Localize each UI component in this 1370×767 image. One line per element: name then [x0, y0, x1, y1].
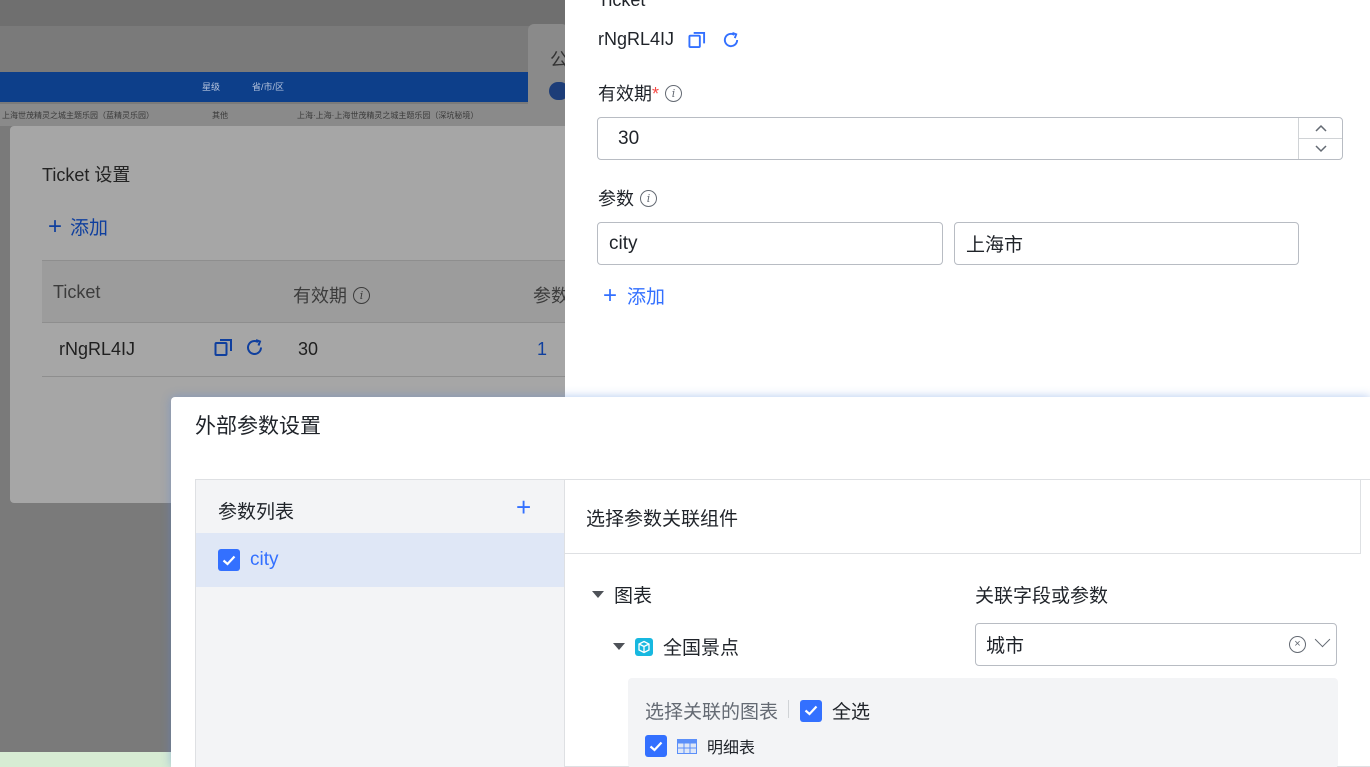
ticket-table: Ticket 有效期 i 参数 rNgRL4IJ 30 1 — [42, 260, 570, 377]
modal-body: 参数列表 + city 选择参数关联组件 图表 全国景点 关联字段或参数 城市 … — [195, 479, 1370, 767]
row-validity: 30 — [298, 339, 319, 359]
param-key-input[interactable]: city — [597, 222, 943, 265]
validity-stepper — [1298, 118, 1342, 159]
assoc-field-label: 关联字段或参数 — [975, 586, 1109, 607]
add-param-label: 添加 — [627, 287, 666, 308]
ticket-modal-title: Ticket 设置 — [42, 165, 131, 185]
tree-group-label: 图表 — [614, 586, 653, 607]
background-bottom-strip — [0, 752, 175, 767]
bg-header-star: 星级 — [202, 82, 221, 92]
bg-cell-name: 上海世茂精灵之城主题乐园（蓝精灵乐园） — [2, 111, 154, 120]
chevron-down-icon — [1314, 145, 1327, 152]
info-icon[interactable]: i — [665, 84, 683, 102]
ticket-value: rNgRL4IJ — [598, 29, 675, 49]
component-title: 选择参数关联组件 — [586, 509, 739, 530]
tree-item-label: 全国景点 — [663, 638, 740, 659]
checkbox-checked-icon[interactable] — [800, 699, 822, 722]
chart-select-box: 选择关联的图表 全选 明细表 — [628, 678, 1338, 767]
ticket-table-header: Ticket 有效期 i 参数 — [42, 260, 570, 323]
add-param-button[interactable]: + 添加 — [603, 282, 665, 309]
detail-table-label: 明细表 — [707, 740, 756, 757]
chart-select-label: 选择关联的图表 — [645, 702, 779, 723]
component-header: 选择参数关联组件 — [565, 480, 1361, 554]
validity-label: 有效期* — [598, 84, 660, 104]
validity-input[interactable]: 30 — [597, 117, 1343, 160]
plus-icon: + — [48, 212, 63, 240]
param-value-input[interactable]: 上海市 — [954, 222, 1299, 265]
ticket-value-row: rNgRL4IJ — [598, 29, 740, 50]
divider — [788, 700, 789, 718]
copy-icon[interactable] — [214, 338, 233, 357]
col-validity-label: 有效期 — [293, 286, 347, 306]
param-value-value: 上海市 — [966, 235, 1024, 256]
params-label-row: 参数 i — [598, 185, 657, 211]
step-down-button[interactable] — [1299, 139, 1342, 160]
background-table-header: 星级 省/市/区 — [0, 72, 530, 102]
assoc-field-value: 城市 — [986, 636, 1025, 657]
chevron-up-icon — [1314, 124, 1327, 132]
ticket-label: Ticket — [598, 0, 646, 10]
cube-icon — [635, 637, 653, 656]
ticket-add-label: 添加 — [70, 218, 109, 239]
refresh-icon[interactable] — [722, 31, 740, 49]
plus-icon: + — [603, 281, 618, 309]
bg-header-region: 省/市/区 — [252, 82, 285, 92]
add-param-icon[interactable]: + — [516, 492, 531, 523]
background-table-row: 上海世茂精灵之城主题乐园（蓝精灵乐园） 其他 上海·上海·上海世茂精灵之城主题乐… — [0, 104, 530, 126]
table-row: rNgRL4IJ 30 1 — [42, 323, 570, 377]
row-ticket: rNgRL4IJ — [59, 339, 136, 359]
validity-label-row: 有效期* i — [598, 80, 683, 106]
col-validity: 有效期 i — [293, 282, 370, 308]
row-actions — [214, 338, 264, 357]
background-topbar — [0, 0, 565, 26]
tree-group-charts[interactable]: 图表 — [592, 581, 652, 608]
caret-down-icon[interactable] — [613, 643, 625, 650]
modal-title: 外部参数设置 — [195, 415, 321, 438]
row-params-link[interactable]: 1 — [537, 339, 547, 360]
clear-icon[interactable]: × — [1289, 636, 1306, 653]
param-list-panel: 参数列表 + city — [196, 480, 565, 767]
info-icon[interactable]: i — [640, 189, 657, 207]
params-label: 参数 — [598, 189, 634, 209]
external-params-modal: 外部参数设置 参数列表 + city 选择参数关联组件 图表 全国景点 关联字段… — [171, 397, 1370, 767]
caret-down-icon[interactable] — [592, 591, 604, 598]
checkbox-checked-icon[interactable] — [645, 735, 667, 757]
col-params: 参数 — [533, 286, 569, 306]
param-item-label: city — [250, 549, 279, 570]
ticket-edit-drawer: Ticket rNgRL4IJ 有效期* i 30 参数 i city 上海市 … — [565, 0, 1370, 400]
detail-table-checkbox[interactable]: 明细表 — [645, 734, 755, 758]
validity-value: 30 — [618, 127, 640, 149]
select-all-label: 全选 — [832, 702, 871, 723]
assoc-field-select[interactable]: 城市 × — [975, 623, 1337, 666]
bg-cell-region: 上海·上海·上海世茂精灵之城主题乐园（深坑秘境） — [297, 111, 479, 120]
info-icon[interactable]: i — [353, 286, 370, 304]
refresh-icon[interactable] — [245, 338, 264, 357]
background-card — [528, 24, 568, 134]
col-ticket: Ticket — [53, 282, 101, 302]
step-up-button[interactable] — [1299, 118, 1342, 139]
bg-cell-star: 其他 — [212, 111, 228, 120]
divider — [1360, 480, 1361, 554]
table-icon — [677, 738, 697, 754]
list-item[interactable]: city — [196, 533, 564, 587]
select-all-checkbox[interactable]: 全选 — [800, 697, 870, 724]
param-list-title: 参数列表 — [218, 502, 295, 523]
tree-item-chart[interactable]: 全国景点 — [613, 633, 739, 660]
required-mark: * — [652, 84, 660, 104]
chevron-down-icon[interactable] — [1314, 631, 1331, 648]
component-panel: 选择参数关联组件 图表 全国景点 关联字段或参数 城市 × 选择关联的图表 全选… — [565, 480, 1361, 767]
param-key-value: city — [609, 232, 638, 254]
ticket-add-button[interactable]: + 添加 — [48, 213, 108, 240]
checkbox-checked-icon[interactable] — [218, 549, 240, 571]
copy-icon[interactable] — [688, 31, 706, 49]
